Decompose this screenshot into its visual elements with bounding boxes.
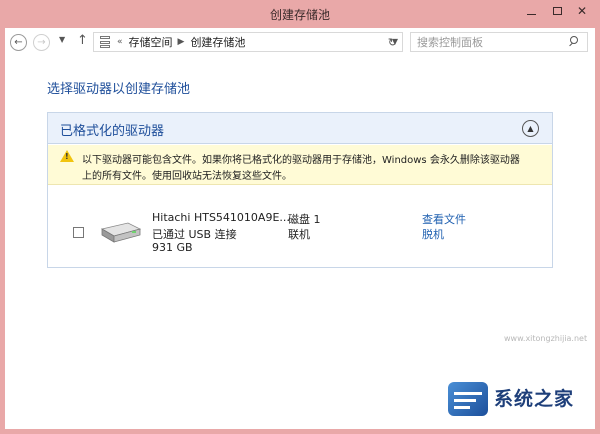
breadcrumb-separator-icon[interactable]: ▶ [178,37,185,47]
minimize-button[interactable] [520,0,542,22]
arrow-right-icon: → [37,37,46,48]
offline-link[interactable]: 脱机 [422,226,444,242]
warning-text-line2: 上的所有文件。使用回收站无法恢复这些文件。 [82,171,292,182]
drive-row: Hitachi HTS541010A9E... 已通过 USB 连接 931 G… [48,185,552,267]
chevron-up-icon: ▲ [527,124,534,133]
drive-checkbox[interactable] [73,227,84,238]
up-button[interactable]: ↑ [77,33,88,48]
view-files-link[interactable]: 查看文件 [422,211,466,227]
warning-text-line1: 以下驱动器可能包含文件。如果你将已格式化的驱动器用于存储池，Windows 会永… [82,155,520,166]
formatted-drives-panel: 已格式化的驱动器 ▲ ! 以下驱动器可能包含文件。如果你将已格式化的驱动器用于存… [47,112,553,268]
search-box[interactable]: 搜索控制面板 [410,32,588,52]
breadcrumb-create-pool[interactable]: 创建存储池 [190,34,245,50]
title-bar: 创建存储池 ✕ [0,0,600,28]
search-input[interactable]: 搜索控制面板 [417,34,567,50]
collapse-button[interactable]: ▲ [522,120,539,137]
back-button[interactable]: ← [10,34,27,51]
minimize-icon [526,13,536,15]
drive-name: Hitachi HTS541010A9E... [152,211,290,224]
xitongzhijia-logo-icon [448,382,488,416]
watermark: www.xitongzhijia.net 系统之家 XITONGZHIJIA.N… [436,334,598,430]
forward-button[interactable]: → [33,34,50,51]
close-button[interactable]: ✕ [571,0,593,22]
chevron-down-icon: ▼ [59,35,66,44]
panel-header[interactable]: 已格式化的驱动器 ▲ [48,113,552,144]
drive-disk-number: 磁盘 1 [288,213,321,226]
drive-size: 931 GB [152,241,193,254]
window: 创建存储池 ✕ ← → ▼ ↑ « 存储空间 ▶ 创建存储池 ▼ ↻ 搜索控制面… [0,0,600,434]
breadcrumb-overflow[interactable]: « [117,37,123,47]
address-bar[interactable]: « 存储空间 ▶ 创建存储池 ▼ [93,32,403,52]
window-title: 创建存储池 [269,8,330,22]
control-panel-icon [98,35,112,49]
refresh-icon: ↻ [387,36,398,49]
warning-banner: ! 以下驱动器可能包含文件。如果你将已格式化的驱动器用于存储池，Windows … [48,145,552,185]
navigation-bar: ← → ▼ ↑ « 存储空间 ▶ 创建存储池 ▼ ↻ 搜索控制面板 [5,28,595,56]
watermark-name: 系统之家 [494,388,575,410]
arrow-up-icon: ↑ [77,33,88,48]
breadcrumb-storage-spaces[interactable]: 存储空间 [129,34,173,50]
watermark-small-url: www.xitongzhijia.net [504,334,588,343]
arrow-left-icon: ← [14,37,23,48]
watermark-url: XITONGZHIJIA.NET [494,410,577,420]
close-icon: ✕ [576,4,588,18]
search-icon[interactable] [567,35,581,49]
maximize-button[interactable] [546,0,568,22]
maximize-icon [552,7,562,15]
drive-connection: 已通过 USB 连接 [152,228,237,241]
page-title: 选择驱动器以创建存储池 [47,82,191,97]
drive-status: 联机 [288,228,310,241]
panel-title: 已格式化的驱动器 [60,124,165,139]
content-area: ← → ▼ ↑ « 存储空间 ▶ 创建存储池 ▼ ↻ 搜索控制面板 选择驱动器以… [5,28,595,429]
hard-drive-icon [100,222,142,243]
recent-locations-button[interactable]: ▼ [59,35,65,44]
refresh-button[interactable]: ↻ [384,34,401,51]
